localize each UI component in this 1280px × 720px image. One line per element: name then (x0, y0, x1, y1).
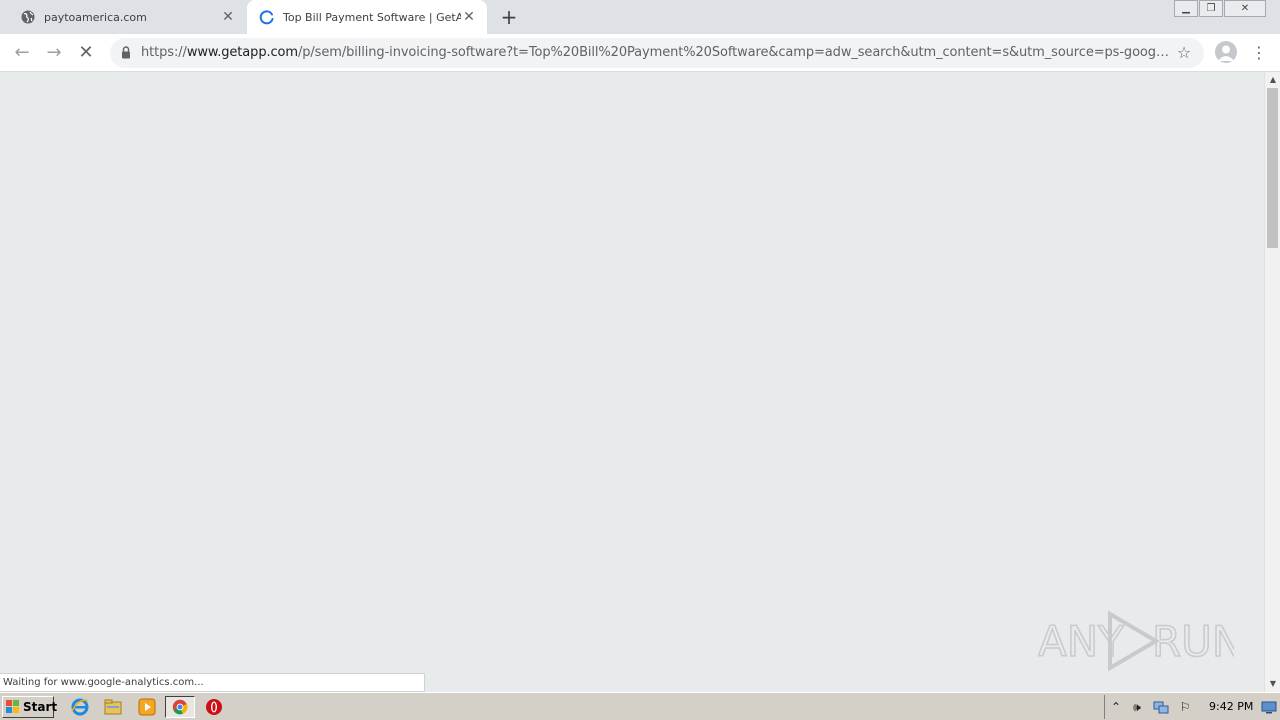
lock-icon (122, 46, 130, 59)
show-desktop-icon[interactable] (1261, 699, 1277, 715)
globe-icon (21, 10, 35, 24)
page-viewport (0, 72, 1264, 692)
address-bar[interactable]: https://www.getapp.com/p/sem/billing-inv… (110, 38, 1204, 68)
tab-paytoamerica[interactable]: paytoamerica.com ✕ (8, 0, 246, 34)
windows-flag-icon (6, 700, 19, 713)
url-path: /p/sem/billing-invoicing-software?t=Top%… (297, 45, 1171, 60)
tab-strip: paytoamerica.com ✕ Top Bill Payment Soft… (0, 0, 1280, 34)
scroll-up-arrow-icon[interactable]: ▲ (1265, 72, 1280, 88)
tab-title: paytoamerica.com (44, 10, 147, 24)
profile-avatar-icon[interactable] (1215, 41, 1237, 63)
start-button[interactable]: Start (2, 696, 58, 718)
media-player-icon[interactable] (137, 697, 157, 717)
network-icon[interactable] (1153, 699, 1169, 715)
restore-icon[interactable]: ❐ (1199, 0, 1223, 17)
window-controls: ▁ ❐ ✕ (1173, 0, 1266, 17)
forward-arrow-icon[interactable]: → (42, 41, 66, 65)
loading-spinner-icon (259, 10, 274, 25)
tab-close-icon[interactable]: ✕ (220, 9, 236, 25)
opera-icon[interactable] (204, 697, 224, 717)
tab-getapp[interactable]: Top Bill Payment Software | GetApp ✕ (247, 0, 487, 34)
back-arrow-icon[interactable]: ← (10, 41, 34, 65)
url-host: www.getapp.com (186, 45, 298, 60)
action-center-flag-icon[interactable]: ⚐ (1177, 699, 1193, 715)
chrome-taskbar-button[interactable] (165, 696, 195, 718)
stop-loading-icon[interactable]: ✕ (74, 41, 98, 65)
tab-close-icon[interactable]: ✕ (461, 9, 477, 25)
tab-title: Top Bill Payment Software | GetApp (283, 10, 461, 24)
browser-toolbar: ← → ✕ https://www.getapp.com/p/sem/billi… (0, 34, 1280, 72)
scroll-down-arrow-icon[interactable]: ▼ (1265, 676, 1280, 692)
start-label: Start (23, 700, 58, 714)
internet-explorer-icon[interactable] (70, 697, 90, 717)
vertical-scrollbar[interactable]: ▲ ▼ (1264, 72, 1280, 692)
status-bubble: Waiting for www.google-analytics.com... (0, 673, 425, 692)
minimize-icon[interactable]: ▁ (1174, 0, 1198, 17)
volume-icon[interactable]: 🕪 (1129, 699, 1145, 715)
taskbar-clock[interactable]: 9:42 PM (1209, 699, 1253, 715)
show-hidden-icons-icon[interactable]: ⌃ (1108, 699, 1124, 715)
url-scheme: https:// (141, 45, 187, 60)
bookmark-star-icon[interactable]: ☆ (1174, 43, 1194, 63)
watermark-right-text: RUN (1152, 617, 1234, 666)
chrome-icon (172, 699, 188, 715)
system-tray: ⌃ 🕪 ⚐ 9:42 PM (1104, 695, 1280, 719)
kebab-menu-icon[interactable]: ⋮ (1250, 41, 1268, 65)
window-close-icon[interactable]: ✕ (1224, 0, 1266, 17)
scrollbar-thumb[interactable] (1267, 88, 1278, 248)
file-explorer-icon[interactable] (103, 697, 123, 717)
anyrun-watermark: ANY RUN (1038, 610, 1234, 672)
windows-taskbar: Start ⌃ 🕪 ⚐ 9:42 PM (0, 692, 1280, 720)
url-text[interactable]: https://www.getapp.com/p/sem/billing-inv… (141, 45, 1171, 60)
new-tab-button[interactable]: + (498, 6, 520, 28)
